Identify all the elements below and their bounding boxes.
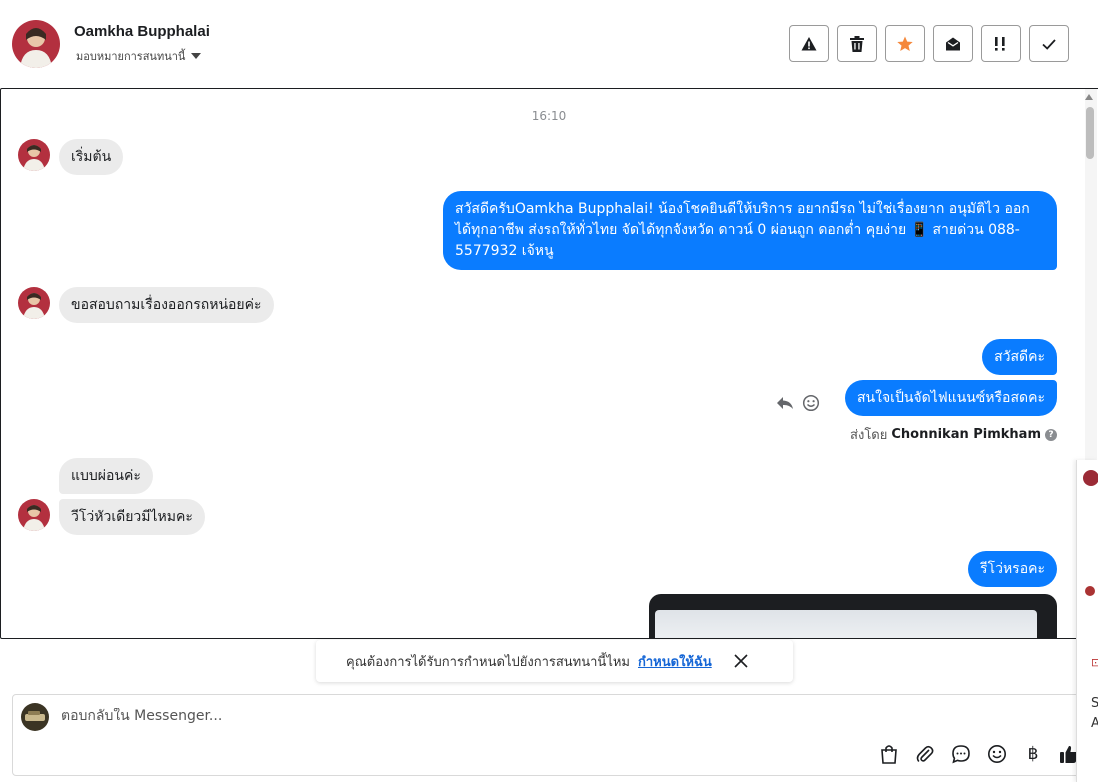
delete-button[interactable]: [837, 25, 877, 62]
assign-suggestion-banner: คุณต้องการได้รับการกำหนดไปยังการสนทนานี้…: [316, 640, 793, 682]
incoming-message[interactable]: วีโว่หัวเดียวมีไหมคะ: [59, 499, 205, 535]
sender-avatar: [18, 139, 50, 171]
outgoing-message[interactable]: สวัสดีครับOamkha Bupphalai! น้องโชคยินดี…: [443, 191, 1057, 270]
sent-by-prefix: ส่งโดย: [850, 428, 888, 443]
mark-unread-button[interactable]: [933, 25, 973, 62]
follow-up-button[interactable]: [885, 25, 925, 62]
message-tools: [776, 394, 820, 412]
outgoing-image-attachment[interactable]: [649, 594, 1057, 638]
sent-by-line: ส่งโดย Chonnikan Pimkham ?: [850, 424, 1057, 445]
composer-toolbar: ฿: [877, 742, 1081, 766]
conversation-actions: [789, 25, 1069, 62]
contact-avatar[interactable]: [12, 20, 60, 68]
conversation-header: Oamkha Bupphalai มอบหมายการสนทนานี้: [0, 0, 1098, 88]
report-spam-button[interactable]: [789, 25, 829, 62]
outgoing-message[interactable]: สวัสดีคะ: [982, 339, 1057, 375]
contact-name[interactable]: Oamkha Bupphalai: [74, 23, 210, 40]
check-icon: [1042, 38, 1056, 50]
emoji-icon[interactable]: [985, 742, 1009, 766]
messenger-inbox: Oamkha Bupphalai มอบหมายการสนทนานี้ 16:1…: [0, 0, 1098, 782]
warning-icon: [801, 36, 817, 50]
attachment-image: [655, 610, 1037, 638]
shopping-bag-icon[interactable]: [877, 742, 901, 766]
widget-avatar: [1083, 470, 1098, 486]
reply-icon[interactable]: [776, 394, 794, 412]
page-avatar: [21, 703, 49, 731]
incoming-message[interactable]: เริ่มต้น: [59, 139, 124, 175]
react-emoji-icon[interactable]: [802, 394, 820, 412]
widget-status-dot: [1085, 586, 1095, 596]
assign-conversation-dropdown[interactable]: มอบหมายการสนทนานี้: [76, 47, 202, 65]
baht-icon[interactable]: ฿: [1021, 742, 1045, 766]
widget-text: S A: [1091, 694, 1098, 734]
widget-flag-icon: ⊡: [1091, 656, 1098, 669]
chevron-down-icon: [191, 53, 202, 59]
mark-done-button[interactable]: [1029, 25, 1069, 62]
assign-suggestion-text: คุณต้องการได้รับการกำหนดไปยังการสนทนานี้…: [346, 654, 630, 670]
reply-composer: ฿: [12, 694, 1098, 776]
help-icon[interactable]: ?: [1045, 428, 1057, 441]
envelope-open-icon: [946, 37, 960, 50]
scroll-up-arrow-icon[interactable]: [1085, 94, 1093, 100]
message-thread[interactable]: 16:10 เริ่มต้น สวัสดีครับOamkha Bupphala…: [0, 88, 1098, 639]
sender-avatar: [18, 287, 50, 319]
priority-icon: [995, 36, 1005, 51]
incoming-message[interactable]: แบบผ่อนค่ะ: [59, 458, 153, 494]
incoming-message[interactable]: ขอสอบถามเรื่องออกรถหน่อยค่ะ: [59, 287, 274, 323]
sent-by-name: Chonnikan Pimkham: [891, 427, 1041, 442]
assign-to-me-link[interactable]: กำหนดให้ฉัน: [638, 651, 712, 672]
chat-bubble-icon[interactable]: [949, 742, 973, 766]
reply-input[interactable]: [61, 708, 961, 724]
trash-icon: [850, 35, 864, 52]
outgoing-message[interactable]: รีโว่หรอคะ: [968, 551, 1057, 587]
paperclip-icon[interactable]: [913, 742, 937, 766]
star-icon: [897, 36, 913, 51]
close-icon[interactable]: [734, 654, 748, 668]
message-timestamp: 16:10: [531, 109, 567, 123]
assign-label: มอบหมายการสนทนานี้: [76, 50, 186, 63]
outgoing-message[interactable]: สนใจเป็นจัดไฟแนนซ์หรือสดคะ: [845, 380, 1057, 416]
side-chat-widget[interactable]: ⊡ S A: [1076, 460, 1098, 782]
mark-priority-button[interactable]: [981, 25, 1021, 62]
sender-avatar: [18, 499, 50, 531]
